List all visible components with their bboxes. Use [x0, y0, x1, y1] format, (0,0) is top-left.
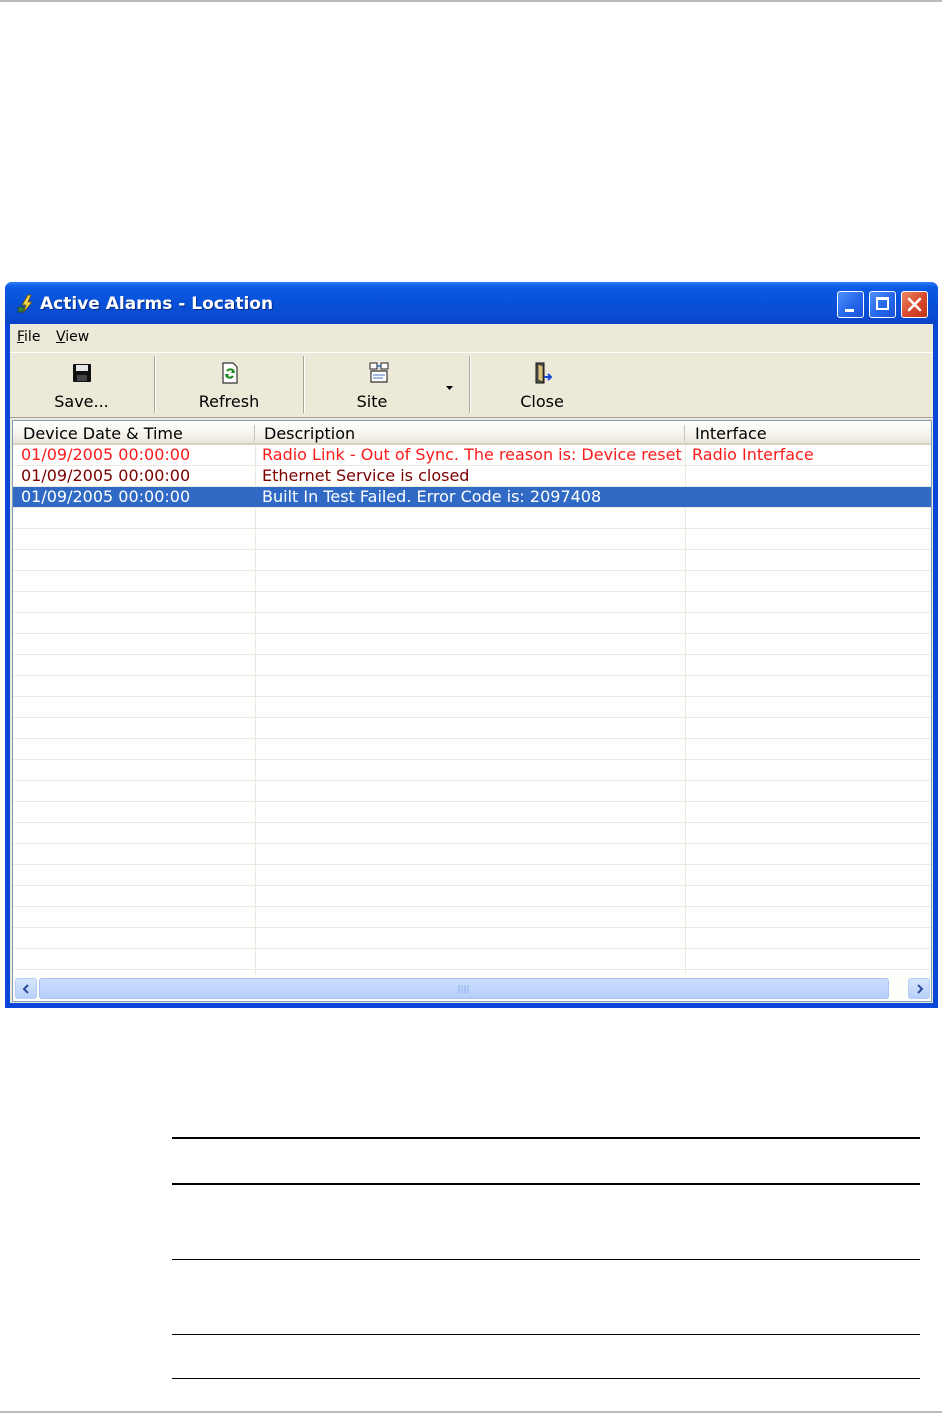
scroll-right-button[interactable]: [908, 978, 930, 999]
cell-description: Built In Test Failed. Error Code is: 209…: [262, 487, 602, 506]
close-label: Close: [520, 392, 564, 411]
table-row[interactable]: [13, 928, 931, 949]
column-header-interface[interactable]: Interface: [695, 424, 767, 443]
table-row[interactable]: [13, 865, 931, 886]
menu-file[interactable]: File: [17, 329, 40, 345]
cell-datetime: 01/09/2005 00:00:00: [21, 487, 191, 506]
window-client-area: File View Save... Refresh Site Close Dev…: [10, 324, 933, 1003]
refresh-label: Refresh: [198, 392, 260, 411]
table-row[interactable]: [13, 634, 931, 655]
menu-bar: File View: [10, 324, 933, 349]
window-title: Active Alarms - Location: [40, 294, 274, 314]
list-header: Device Date & Time Description Interface: [13, 421, 931, 445]
page-bottom-rule: [0, 1411, 942, 1413]
table-row[interactable]: [13, 886, 931, 907]
page-top-rule: [0, 0, 942, 2]
title-bar[interactable]: Active Alarms - Location: [5, 282, 938, 324]
refresh-icon: [222, 362, 238, 384]
table-row[interactable]: [13, 718, 931, 739]
save-button[interactable]: Save...: [10, 353, 153, 415]
table-row[interactable]: [13, 781, 931, 802]
column-header-datetime[interactable]: Device Date & Time: [23, 424, 183, 443]
close-window-button[interactable]: [901, 291, 928, 318]
site-button[interactable]: Site: [305, 353, 468, 415]
table-row[interactable]: 01/09/2005 00:00:00 Ethernet Service is c…: [13, 466, 931, 487]
horizontal-scrollbar[interactable]: [13, 976, 931, 1001]
toolbar: Save... Refresh Site Close: [10, 352, 933, 418]
table-row[interactable]: [13, 802, 931, 823]
cell-datetime: 01/09/2005 00:00:00: [21, 466, 191, 485]
grip-icon: [458, 985, 469, 993]
menu-file-label: ile: [24, 329, 41, 345]
column-divider[interactable]: [684, 425, 685, 441]
table-row[interactable]: [13, 571, 931, 592]
chevron-down-icon[interactable]: [446, 386, 454, 391]
close-button[interactable]: Close: [471, 353, 613, 415]
table-row[interactable]: [13, 739, 931, 760]
cell-description: Ethernet Service is closed: [262, 466, 470, 485]
table-rule-top: [172, 1137, 920, 1139]
table-row[interactable]: [13, 655, 931, 676]
maximize-icon: [876, 297, 889, 310]
close-icon: [907, 297, 922, 312]
minimize-icon: [845, 309, 854, 312]
active-alarms-window: Active Alarms - Location File View Save.…: [5, 282, 938, 1008]
table-row[interactable]: [13, 592, 931, 613]
table-row[interactable]: 01/09/2005 00:00:00 Built In Test Failed.…: [13, 487, 931, 508]
scroll-left-button[interactable]: [15, 978, 37, 999]
table-rule-header: [172, 1183, 920, 1185]
menu-view[interactable]: View: [56, 329, 89, 345]
save-label: Save...: [54, 392, 109, 411]
table-row[interactable]: [13, 613, 931, 634]
table-row[interactable]: [13, 823, 931, 844]
table-row[interactable]: [13, 697, 931, 718]
table-row[interactable]: [13, 529, 931, 550]
table-row[interactable]: [13, 844, 931, 865]
table-row[interactable]: [13, 508, 931, 529]
site-icon: [369, 362, 389, 383]
table-rule: [172, 1334, 920, 1335]
maximize-button[interactable]: [869, 291, 896, 318]
cell-interface: Radio Interface: [692, 445, 814, 464]
cell-datetime: 01/09/2005 00:00:00: [21, 445, 191, 464]
refresh-button[interactable]: Refresh: [156, 353, 302, 415]
menu-view-accelerator: V: [56, 329, 66, 345]
table-row[interactable]: [13, 550, 931, 571]
chevron-left-icon: [22, 984, 29, 994]
column-header-description[interactable]: Description: [264, 424, 355, 443]
site-label: Site: [356, 392, 388, 411]
table-row[interactable]: [13, 907, 931, 928]
alarm-app-icon: [17, 294, 33, 314]
minimize-button[interactable]: [837, 291, 864, 318]
table-row[interactable]: [13, 676, 931, 697]
table-row[interactable]: [13, 949, 931, 970]
floppy-disk-icon: [73, 364, 91, 382]
table-row[interactable]: 01/09/2005 00:00:00 Radio Link - Out of S…: [13, 445, 931, 466]
exit-door-icon: [535, 362, 553, 384]
scroll-thumb[interactable]: [39, 978, 889, 999]
chevron-right-icon: [917, 984, 924, 994]
table-row[interactable]: [13, 760, 931, 781]
alarms-list[interactable]: Device Date & Time Description Interface…: [12, 420, 932, 1002]
table-rule-bottom: [172, 1378, 920, 1379]
cell-description: Radio Link - Out of Sync. The reason is:…: [262, 445, 682, 464]
column-divider[interactable]: [254, 425, 255, 441]
menu-view-label: iew: [65, 329, 90, 345]
menu-file-accelerator: F: [17, 329, 25, 345]
table-rule: [172, 1259, 920, 1260]
